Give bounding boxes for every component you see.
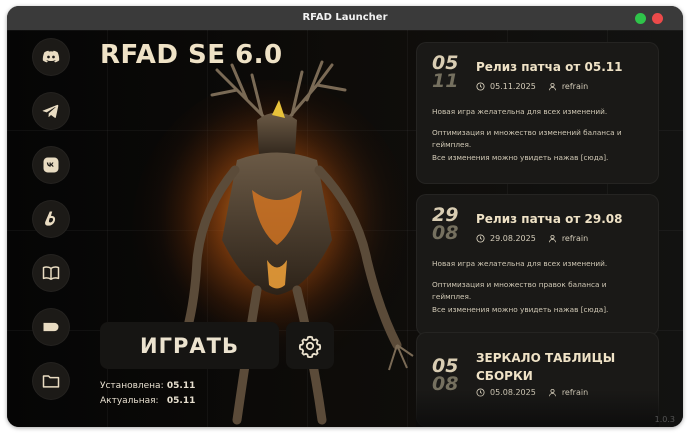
folder-icon <box>42 375 60 388</box>
news-date-block: 05 11 <box>432 54 459 92</box>
news-date: 29.08.2025 <box>490 234 536 243</box>
current-value: 05.11 <box>166 396 196 406</box>
main-content: RFAD SE 6.0 ИГРАТЬ Установлена: 05.11 Ак… <box>7 30 683 427</box>
news-date: 05.11.2025 <box>490 82 536 91</box>
clock-icon <box>476 234 485 243</box>
launcher-window: RFAD Launcher RFAD SE 6.0 ИГРАТЬ Установ… <box>7 6 683 427</box>
news-month: 11 <box>432 70 459 92</box>
news-card[interactable]: 29 08 Релиз патча от 29.08 29.08.2025 re… <box>416 194 659 336</box>
news-author: refrain <box>561 234 589 243</box>
window-title: RFAD Launcher <box>302 12 388 23</box>
user-icon <box>548 388 556 397</box>
title-bar: RFAD Launcher <box>7 6 683 30</box>
sidebar-discord-button[interactable] <box>32 38 70 76</box>
news-date: 05.08.2025 <box>490 388 536 397</box>
sidebar-boosty-button[interactable] <box>32 200 70 238</box>
sidebar-folder-button[interactable] <box>32 362 70 400</box>
user-icon <box>548 82 556 91</box>
user-icon <box>548 234 556 243</box>
installed-value: 05.11 <box>166 381 196 391</box>
news-card[interactable]: 05 08 ЗЕРКАЛО ТАБЛИЦЫ СБОРКИ 05.08.2025 … <box>416 332 659 427</box>
gear-icon <box>298 335 322 358</box>
sidebar-book-button[interactable] <box>32 254 70 292</box>
news-month: 08 <box>432 373 459 395</box>
news-meta: 29.08.2025 refrain <box>476 234 588 243</box>
current-label: Актуальная: <box>100 396 159 406</box>
discord-icon <box>42 50 60 63</box>
news-body: Новая игра желательна для всех изменений… <box>432 258 647 316</box>
vk-icon <box>43 157 59 173</box>
hero-artwork <box>132 60 414 425</box>
news-month: 08 <box>432 222 459 244</box>
sidebar-telegram-button[interactable] <box>32 92 70 130</box>
news-paragraph: Оптимизация и множество правок баланса и… <box>432 279 609 314</box>
news-date-block: 05 08 <box>432 357 459 395</box>
play-button[interactable]: ИГРАТЬ <box>100 322 279 369</box>
news-date-block: 29 08 <box>432 206 459 244</box>
news-card[interactable]: 05 11 Релиз патча от 05.11 05.11.2025 re… <box>416 42 659 184</box>
sidebar-vk-button[interactable] <box>32 146 70 184</box>
installed-label: Установлена: <box>100 381 164 391</box>
news-author: refrain <box>561 82 589 91</box>
boosty-icon <box>45 211 56 226</box>
current-version-row: Актуальная: 05.11 <box>100 396 195 406</box>
sidebar-tag-button[interactable] <box>32 308 70 346</box>
news-title[interactable]: ЗЕРКАЛО ТАБЛИЦЫ СБОРКИ <box>476 349 616 385</box>
telegram-icon <box>42 104 59 118</box>
news-paragraph: Оптимизация и множество изменений баланс… <box>432 127 622 162</box>
clock-icon <box>476 82 485 91</box>
news-paragraph: Новая игра желательна для всех изменений… <box>432 107 608 116</box>
maximize-button[interactable] <box>635 13 646 24</box>
close-button[interactable] <box>652 13 663 24</box>
news-paragraph: Новая игра желательна для всех изменений… <box>432 259 608 268</box>
news-author: refrain <box>561 388 589 397</box>
news-body: Новая игра желательна для всех изменений… <box>432 106 647 164</box>
clock-icon <box>476 388 485 397</box>
news-meta: 05.08.2025 refrain <box>476 388 588 397</box>
book-icon <box>42 266 60 280</box>
tag-icon <box>43 322 59 332</box>
settings-button[interactable] <box>286 322 334 369</box>
installed-version-row: Установлена: 05.11 <box>100 381 195 391</box>
version-corner-label: 1.0.3 <box>654 415 675 424</box>
news-title[interactable]: Релиз патча от 05.11 <box>476 60 622 74</box>
news-title[interactable]: Релиз патча от 29.08 <box>476 212 622 226</box>
news-meta: 05.11.2025 refrain <box>476 82 588 91</box>
